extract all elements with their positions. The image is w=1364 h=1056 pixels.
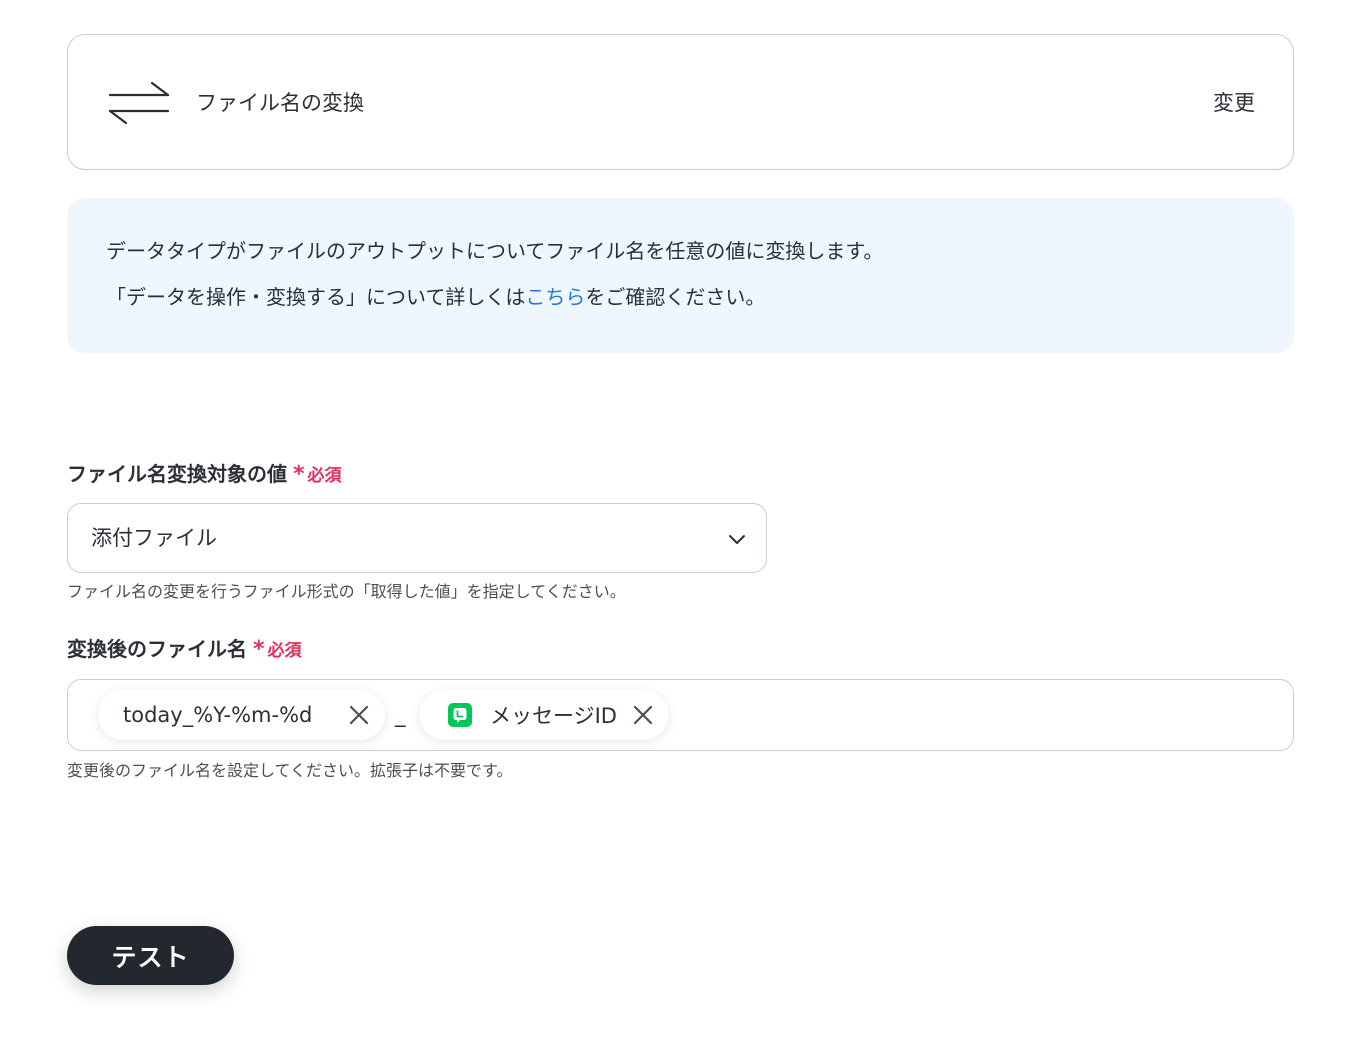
required-asterisk: *: [293, 462, 305, 487]
target-value-help: ファイル名の変更を行うファイル形式の「取得した値」を指定してください。: [67, 582, 626, 601]
change-operation-button[interactable]: 変更: [1213, 88, 1255, 118]
target-value-label-text: ファイル名変換対象の値: [67, 462, 287, 486]
required-text: 必須: [307, 466, 342, 486]
chip-label: today_%Y-%m-%d: [123, 703, 313, 727]
filename-label-text: 変換後のファイル名: [67, 637, 247, 661]
target-value-select[interactable]: 添付ファイル: [67, 503, 767, 573]
chevron-down-icon: [729, 535, 745, 544]
arrows-exchange-icon: [108, 81, 170, 125]
chip-label: メッセージID: [490, 704, 617, 728]
info-help-line: 「データを操作・変換する」について詳しくはこちらをご確認ください。: [106, 282, 1255, 312]
close-icon[interactable]: [347, 703, 371, 727]
filename-input[interactable]: today_%Y-%m-%d _ メッセージID: [67, 679, 1294, 751]
filename-separator: _: [395, 703, 406, 727]
target-value-selected: 添付ファイル: [91, 526, 217, 550]
variable-chip[interactable]: メッセージID: [419, 690, 669, 740]
info-help-prefix: 「データを操作・変換する」について詳しくは: [106, 285, 526, 309]
required-badge: * 必須: [253, 637, 302, 662]
close-icon[interactable]: [631, 703, 655, 727]
filename-help: 変更後のファイル名を設定してください。拡張子は不要です。: [67, 761, 513, 780]
operation-title: ファイル名の変換: [196, 91, 364, 115]
info-help-suffix: をご確認ください。: [585, 285, 766, 309]
target-value-label: ファイル名変換対象の値 * 必須: [67, 460, 342, 490]
info-help-link[interactable]: こちら: [525, 285, 585, 309]
page: ファイル名の変換 変更 データタイプがファイルのアウトプットについてファイル名を…: [0, 0, 1364, 1056]
info-description: データタイプがファイルのアウトプットについてファイル名を任意の値に変換します。: [106, 239, 884, 263]
required-text: 必須: [267, 641, 302, 661]
required-asterisk: *: [253, 637, 265, 662]
info-box: データタイプがファイルのアウトプットについてファイル名を任意の値に変換します。 …: [67, 198, 1294, 353]
test-button[interactable]: テスト: [67, 926, 234, 985]
required-badge: * 必須: [293, 462, 342, 487]
filename-label: 変換後のファイル名 * 必須: [67, 635, 302, 665]
operation-card: ファイル名の変換 変更: [67, 34, 1294, 170]
variable-chip[interactable]: today_%Y-%m-%d: [98, 690, 385, 740]
line-app-icon: [448, 703, 472, 727]
